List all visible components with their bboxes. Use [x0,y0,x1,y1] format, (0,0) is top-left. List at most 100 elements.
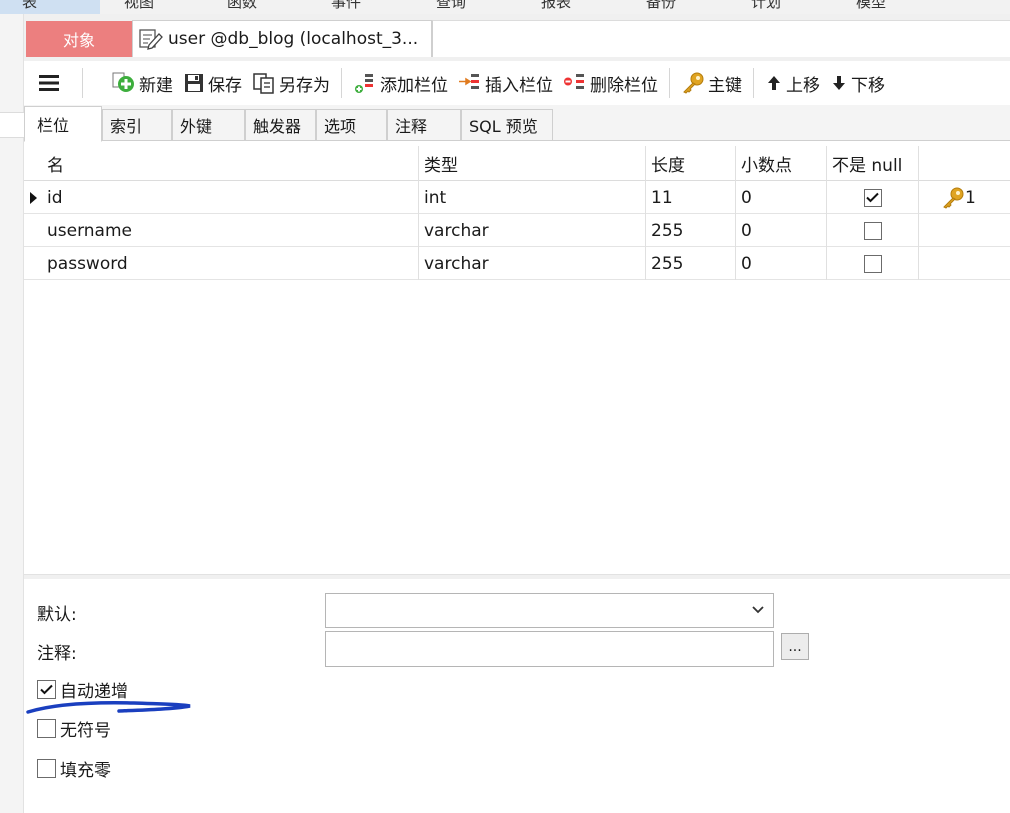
primary-key-icon [943,187,964,209]
menu-item-report[interactable]: 报表 [541,0,571,12]
field-not-null-cell[interactable] [827,181,919,214]
table-design-icon [139,29,163,50]
column-header-length-label: 长度 [651,156,685,176]
delete-field-icon [564,74,584,89]
toolbar-menu-button[interactable] [24,66,76,100]
tab-fields[interactable]: 栏位 [24,106,102,142]
zerofill-option[interactable]: 填充零 [37,756,111,781]
field-type-value: varchar [424,220,489,241]
field-type-cell[interactable]: varchar [419,247,646,280]
unsigned-label: 无符号 [60,721,111,741]
add-field-button[interactable]: 添加栏位 [348,66,453,100]
tab-foreign-keys[interactable]: 外键 [172,109,245,141]
column-header-not-null[interactable]: 不是 null [827,146,919,181]
tab-triggers[interactable]: 触发器 [245,109,316,141]
arrow-down-icon [833,76,845,90]
tab-bar-empty-area [432,20,1010,57]
field-name-cell[interactable]: username [42,214,419,247]
column-header-type[interactable]: 类型 [419,146,646,181]
fields-grid: 名 类型 长度 小数点 不是 null id int 11 0 1 userna… [24,146,1010,574]
field-length-cell[interactable]: 255 [646,214,736,247]
primary-key-button[interactable]: 主键 [676,66,747,100]
main-menu-bar: 表 视图 函数 事件 查询 报表 备份 计划 模型 [0,0,1010,14]
column-header-name[interactable]: 名 [42,146,419,181]
tab-comments-label: 注释 [395,117,428,136]
field-type-cell[interactable]: int [419,181,646,214]
not-null-checkbox[interactable] [863,221,882,240]
save-as-button[interactable]: 另存为 [247,66,335,100]
default-label: 默认: [37,605,77,625]
tab-sql-preview[interactable]: SQL 预览 [461,109,553,141]
primary-key-order: 1 [965,187,976,208]
column-header-key [919,146,1010,181]
unsigned-checkbox[interactable] [37,719,56,738]
tab-options[interactable]: 选项 [316,109,387,141]
zerofill-checkbox[interactable] [37,759,56,778]
menu-item-model[interactable]: 模型 [856,0,886,12]
save-button[interactable]: 保存 [178,66,247,100]
field-name-cell[interactable]: id [42,181,419,214]
default-value-select[interactable] [325,593,774,628]
field-name-value: password [47,253,128,274]
save-as-icon [253,73,274,94]
toolbar-separator [82,68,83,98]
not-null-checkbox[interactable] [863,254,882,273]
field-not-null-cell[interactable] [827,247,919,280]
menu-item-event[interactable]: 事件 [331,0,361,12]
menu-item-backup[interactable]: 备份 [646,0,676,12]
field-name-cell[interactable]: password [42,247,419,280]
column-header-decimals[interactable]: 小数点 [736,146,827,181]
design-subtabs: 栏位 索引 外键 触发器 选项 注释 SQL 预览 [24,105,1010,142]
menu-item-query[interactable]: 查询 [436,0,466,12]
navigation-selected-row[interactable] [0,112,24,138]
column-header-not-null-label: 不是 null [832,156,903,176]
field-not-null-cell[interactable] [827,214,919,247]
not-null-checkbox-checked[interactable] [863,188,882,207]
field-key-cell[interactable] [919,214,1010,247]
menu-item-schedule[interactable]: 计划 [751,0,781,12]
tab-table-design[interactable]: user @db_blog (localhost_3... [132,20,432,57]
delete-field-button-label: 删除栏位 [590,75,658,96]
field-properties-panel: 默认: 注释: ... 自动递增 无符号 填充零 [24,579,1010,813]
move-down-button[interactable]: 下移 [825,66,890,100]
new-button[interactable]: 新建 [107,66,178,100]
table-row[interactable]: id int 11 0 1 [24,181,1010,214]
unsigned-option[interactable]: 无符号 [37,716,111,741]
menu-item-table[interactable]: 表 [22,0,37,12]
checkmark-icon [40,684,53,695]
field-decimals-cell[interactable]: 0 [736,181,827,214]
tab-comments[interactable]: 注释 [387,109,461,141]
field-length-cell[interactable]: 11 [646,181,736,214]
field-type-value: int [424,187,447,208]
field-type-cell[interactable]: varchar [419,214,646,247]
menu-item-function[interactable]: 函数 [227,0,257,12]
add-field-icon [355,74,373,93]
field-key-cell[interactable]: 1 [919,181,1010,214]
insert-field-button[interactable]: 插入栏位 [453,66,558,100]
arrow-up-icon [768,76,780,90]
primary-key-button-label: 主键 [708,75,742,96]
table-row[interactable]: password varchar 255 0 [24,247,1010,280]
menu-item-view[interactable]: 视图 [124,0,154,12]
column-header-type-label: 类型 [424,156,458,176]
delete-field-button[interactable]: 删除栏位 [558,66,663,100]
column-header-length[interactable]: 长度 [646,146,736,181]
insert-field-button-label: 插入栏位 [485,75,553,96]
auto-increment-checkbox[interactable] [37,680,56,699]
field-key-cell[interactable] [919,247,1010,280]
tab-indexes[interactable]: 索引 [102,109,172,141]
tab-foreign-keys-label: 外键 [180,117,213,136]
tab-objects[interactable]: 对象 [26,21,132,57]
comment-editor-button[interactable]: ... [781,633,809,660]
field-length-cell[interactable]: 255 [646,247,736,280]
field-decimals-cell[interactable]: 0 [736,214,827,247]
new-plus-icon [112,72,134,92]
toolbar-separator [341,68,342,98]
move-up-button[interactable]: 上移 [760,66,825,100]
field-decimals-cell[interactable]: 0 [736,247,827,280]
new-button-label: 新建 [139,75,173,96]
table-row[interactable]: username varchar 255 0 [24,214,1010,247]
comment-input[interactable] [325,631,774,667]
column-header-name-label: 名 [47,156,64,176]
column-header-decimals-label: 小数点 [741,156,792,176]
